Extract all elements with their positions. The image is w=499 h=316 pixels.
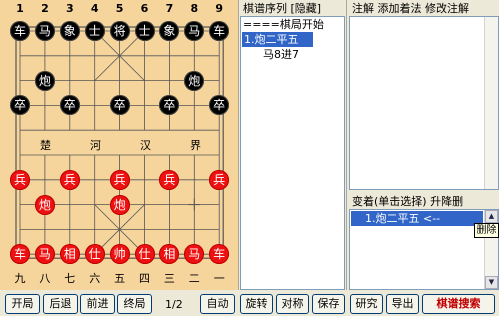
scroll-down-icon[interactable]: ▼ (485, 276, 498, 289)
mirror-button[interactable]: 对称 (276, 294, 309, 314)
notes-panel: 注解 添加着法 修改注解 变着(单击选择) 升降删 1.炮二平五 <-- ▲ ▼ (349, 0, 499, 290)
file-number-top: 1 (16, 2, 24, 15)
red-piece[interactable]: 仕 (134, 244, 155, 265)
river-char: 汉 (140, 139, 152, 152)
black-piece[interactable]: 马 (34, 21, 55, 41)
scroll-up-icon[interactable]: ▲ (485, 210, 498, 223)
file-number-bottom: 七 (64, 272, 76, 285)
file-number-bottom: 二 (188, 272, 200, 285)
black-piece[interactable]: 士 (134, 21, 155, 41)
file-number-bottom: 五 (114, 272, 126, 285)
save-button[interactable]: 保存 (312, 294, 345, 314)
export-button[interactable]: 导出 (386, 294, 419, 314)
file-number-top: 2 (41, 2, 49, 15)
variation-item[interactable]: 1.炮二平五 <-- (351, 211, 483, 226)
red-piece[interactable]: 炮 (34, 194, 55, 215)
rotate-button[interactable]: 旋转 (240, 294, 273, 314)
delete-tooltip: 删除 (474, 223, 499, 238)
file-number-bottom: 一 (213, 272, 225, 285)
search-games-button[interactable]: 棋谱搜索 (422, 294, 495, 314)
page-indicator: 1/2 (165, 298, 183, 311)
move-list-item-selected[interactable]: 1.炮二平五 (242, 32, 313, 47)
forward-button[interactable]: 前进 (80, 294, 115, 314)
file-number-top: 6 (140, 2, 149, 15)
file-number-bottom: 八 (39, 272, 51, 285)
black-piece[interactable]: 炮 (184, 70, 205, 91)
notes-header[interactable]: 注解 添加着法 修改注解 (352, 0, 469, 15)
red-piece[interactable]: 兵 (10, 169, 30, 190)
move-list-panel: 棋谱序列 [隐藏] ====棋局开始 1.炮二平五 马8进7 (240, 0, 345, 290)
river-char: 河 (90, 139, 102, 152)
red-piece[interactable]: 仕 (84, 244, 105, 265)
red-piece[interactable]: 炮 (109, 194, 130, 215)
auto-button[interactable]: 自动 (200, 294, 235, 314)
black-piece[interactable]: 卒 (109, 95, 130, 116)
toolbar: 开局 后退 前进 终局 1/2 自动 旋转 对称 保存 研究 导出 棋谱搜索 (0, 292, 499, 316)
river-char: 界 (190, 139, 202, 152)
variation-scrollbar[interactable]: ▲ ▼ (484, 210, 498, 289)
file-number-bottom: 三 (163, 272, 175, 285)
file-number-bottom: 九 (14, 272, 26, 285)
river-char: 楚 (40, 139, 52, 152)
variation-header[interactable]: 变着(单击选择) 升降删 (352, 193, 463, 208)
end-button[interactable]: 终局 (117, 294, 152, 314)
red-piece[interactable]: 相 (59, 244, 80, 265)
file-number-bottom: 四 (139, 272, 150, 285)
notes-scrollbar[interactable] (484, 17, 498, 189)
file-number-top: 8 (190, 2, 199, 15)
red-piece[interactable]: 帅 (109, 244, 130, 265)
red-piece[interactable]: 兵 (59, 169, 80, 190)
file-number-top: 3 (65, 2, 74, 15)
chess-board[interactable]: 123456789 九八七六五四三二一 楚 河 汉 界 车马象士将士象马车炮炮卒… (0, 0, 238, 290)
move-list[interactable]: ====棋局开始 1.炮二平五 马8进7 (240, 16, 345, 290)
move-list-item[interactable]: 马8进7 (241, 47, 344, 62)
red-piece[interactable]: 马 (34, 244, 55, 265)
file-number-top: 4 (90, 2, 99, 15)
start-button[interactable]: 开局 (5, 294, 40, 314)
file-number-top: 9 (215, 2, 224, 15)
file-number-top: 7 (165, 2, 174, 15)
black-piece[interactable]: 象 (59, 21, 80, 41)
variation-list[interactable]: 1.炮二平五 <-- ▲ ▼ (349, 209, 499, 290)
red-piece[interactable]: 兵 (109, 169, 130, 190)
notes-textarea[interactable] (349, 16, 499, 190)
move-list-header: 棋谱序列 [隐藏] (243, 2, 322, 15)
black-piece[interactable]: 车 (10, 21, 30, 41)
divider (346, 0, 347, 290)
black-piece[interactable]: 士 (84, 21, 105, 41)
black-piece[interactable]: 将 (109, 21, 130, 41)
move-list-item[interactable]: ====棋局开始 (241, 17, 344, 32)
file-number-bottom: 六 (89, 272, 101, 285)
research-button[interactable]: 研究 (350, 294, 383, 314)
red-piece[interactable]: 兵 (209, 169, 230, 190)
file-number-top: 5 (115, 2, 124, 15)
divider (238, 0, 239, 290)
black-piece[interactable]: 炮 (34, 70, 55, 91)
chess-app-window: 123456789 九八七六五四三二一 楚 河 汉 界 车马象士将士象马车炮炮卒… (0, 0, 499, 316)
back-button[interactable]: 后退 (43, 294, 78, 314)
